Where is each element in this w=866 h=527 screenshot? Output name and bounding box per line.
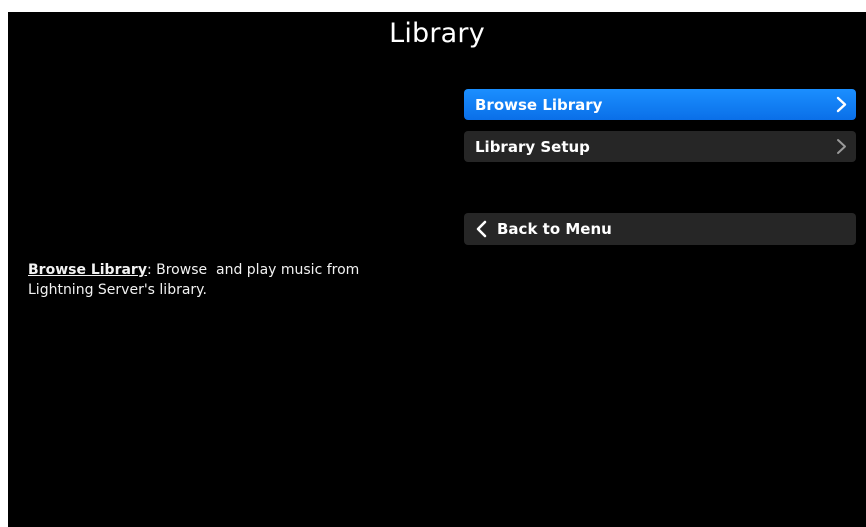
library-setup-label: Library Setup <box>475 137 590 156</box>
chevron-left-icon <box>476 220 487 238</box>
browse-library-label: Browse Library <box>475 95 603 114</box>
item-description: Browse Library: Browse and play music fr… <box>28 260 428 300</box>
chevron-right-icon <box>836 96 847 113</box>
chevron-right-icon <box>837 139 846 154</box>
library-screen: Library Browse Library Library Setup Bac… <box>8 12 866 527</box>
library-setup-menu-item[interactable]: Library Setup <box>464 131 856 162</box>
browse-library-menu-item[interactable]: Browse Library <box>464 89 856 120</box>
back-to-menu-button[interactable]: Back to Menu <box>464 213 856 245</box>
back-to-menu-label: Back to Menu <box>497 220 612 238</box>
page-title: Library <box>389 18 485 49</box>
description-term: Browse Library <box>28 262 147 278</box>
library-menu: Browse Library Library Setup <box>464 89 856 173</box>
